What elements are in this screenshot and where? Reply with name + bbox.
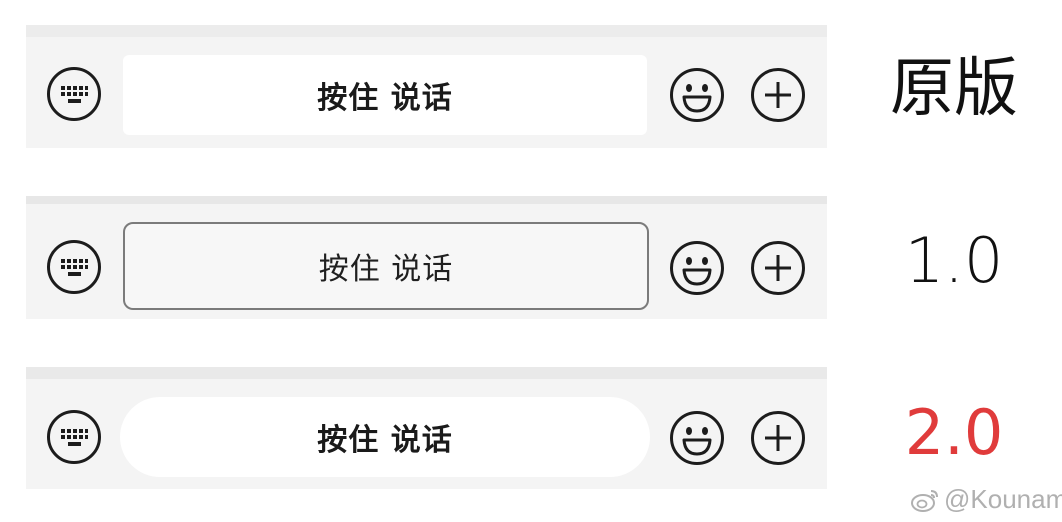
keyboard-icon[interactable] [46,239,102,295]
version-label-1-0: 1.0 [904,224,1004,297]
hold-to-talk-button[interactable]: 按住 说话 [123,222,649,310]
version-label-2-0: 2.0 [904,396,1004,469]
watermark: @Kounam [910,484,1062,515]
input-bar-original: 按住 说话 [26,25,827,148]
input-bar-v1: 按住 说话 [26,196,827,319]
plus-circle-icon[interactable] [750,67,806,123]
smiley-icon[interactable] [669,410,725,466]
bar-top-divider [26,367,827,379]
keyboard-icon[interactable] [46,409,102,465]
weibo-logo-icon [910,487,940,513]
smiley-icon[interactable] [669,240,725,296]
watermark-text: @Kounam [944,484,1062,514]
bar-top-divider [26,25,827,37]
smiley-icon[interactable] [669,67,725,123]
bar-top-divider [26,196,827,204]
version-label-original: 原版 [890,52,1018,126]
plus-circle-icon[interactable] [750,240,806,296]
plus-circle-icon[interactable] [750,410,806,466]
hold-to-talk-button[interactable]: 按住 说话 [123,55,647,135]
input-bar-v2: 按住 说话 [26,367,827,489]
keyboard-icon[interactable] [46,66,102,122]
hold-to-talk-button[interactable]: 按住 说话 [120,397,650,477]
